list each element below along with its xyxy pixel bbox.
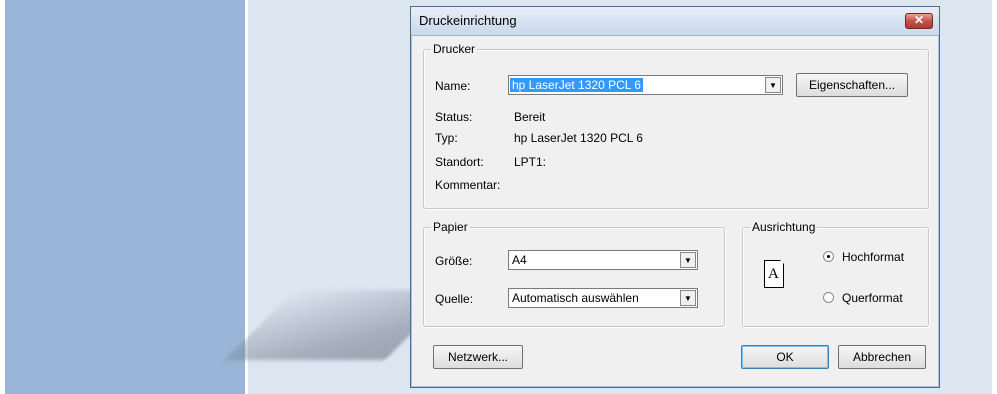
paper-source-select[interactable]: Automatisch auswählen ▼ [508,288,698,308]
printer-name-label: Name: [435,79,471,93]
paper-group-legend: Papier [431,220,470,234]
portrait-label[interactable]: Hochformat [842,250,904,264]
close-button[interactable]: ✕ [905,13,933,29]
comment-label: Kommentar: [435,178,501,192]
close-icon: ✕ [913,13,925,27]
page-letter: A [768,266,779,282]
printer-name-value: hp LaserJet 1320 PCL 6 [510,78,643,92]
landscape-radio[interactable] [823,292,834,303]
location-value: LPT1: [514,155,547,169]
location-label: Standort: [435,155,484,169]
chevron-down-icon[interactable]: ▼ [680,290,696,306]
printer-group-legend: Drucker [431,42,478,56]
dialog-title: Druckeinrichtung [419,13,517,28]
portrait-radio[interactable] [823,251,834,262]
properties-button[interactable]: Eigenschaften... [796,73,908,97]
paper-source-value: Automatisch auswählen [512,291,639,305]
printer-name-select[interactable]: hp LaserJet 1320 PCL 6 ▼ [508,75,783,95]
paper-size-select[interactable]: A4 ▼ [508,250,698,270]
type-label: Typ: [435,131,458,145]
background-left-panel [5,0,245,394]
properties-button-label: Eigenschaften... [808,78,896,92]
landscape-label[interactable]: Querformat [842,291,903,305]
network-button[interactable]: Netzwerk... [433,345,523,369]
paper-size-label: Größe: [435,254,473,268]
orientation-group-legend: Ausrichtung [750,220,818,234]
ok-button-label: OK [776,350,794,364]
paper-group: Papier [423,220,725,327]
status-label: Status: [435,110,473,124]
ok-button[interactable]: OK [741,345,829,369]
cancel-button-label: Abbrechen [852,350,912,364]
paper-size-value: A4 [512,253,527,267]
paper-source-label: Quelle: [435,292,474,306]
type-value: hp LaserJet 1320 PCL 6 [514,131,643,145]
status-value: Bereit [514,110,546,124]
chevron-down-icon[interactable]: ▼ [680,252,696,268]
page-orientation-icon: A [764,259,785,288]
network-button-label: Netzwerk... [447,350,508,364]
print-setup-dialog: Druckeinrichtung ✕ Drucker Name: hp Lase… [410,6,940,388]
dialog-titlebar[interactable]: Druckeinrichtung ✕ [411,7,939,36]
cancel-button[interactable]: Abbrechen [838,345,926,369]
chevron-down-icon[interactable]: ▼ [765,77,781,93]
